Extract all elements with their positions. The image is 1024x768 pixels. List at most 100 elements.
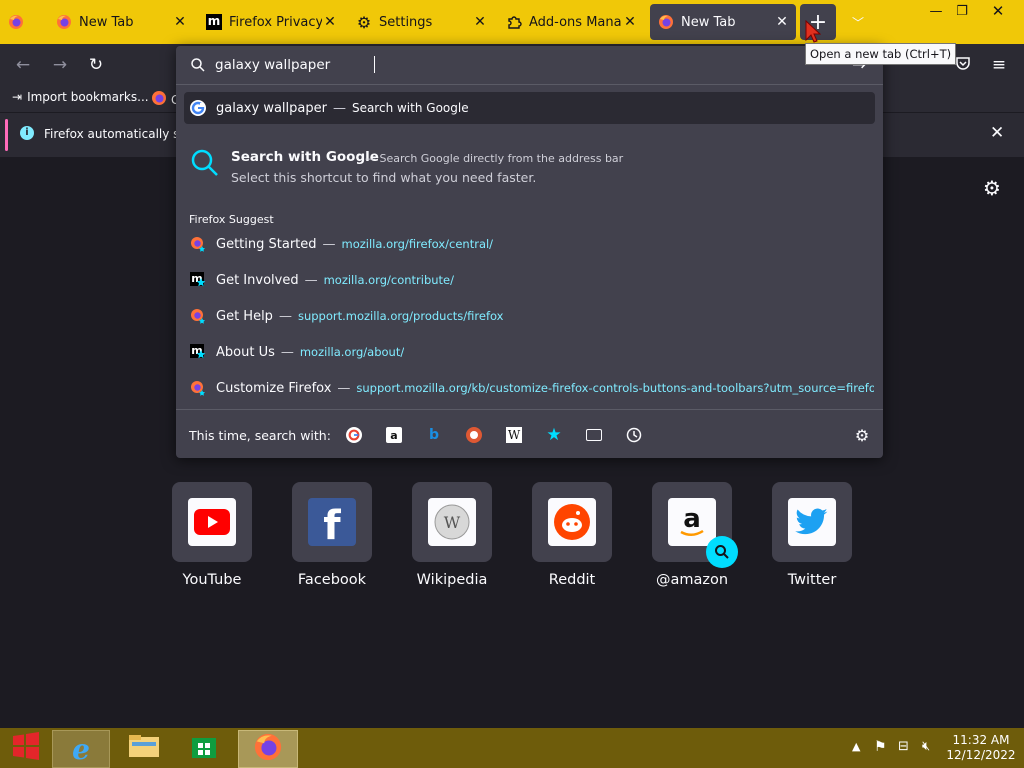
firefox-icon [658,14,674,30]
import-bookmarks-button[interactable]: ⇥ Import bookmarks... [12,90,149,104]
tip-title: Search with Google [231,149,379,165]
suggest-title: Get Involved [216,272,299,288]
separator: — [337,380,351,396]
taskbar-internet-explorer[interactable]: e [52,730,110,768]
text-caret [374,56,375,73]
info-icon: i [20,126,34,140]
firefox-suggest-header: Firefox Suggest [189,213,274,226]
show-hidden-icons-button[interactable]: ▲ [852,740,860,753]
close-tab-icon[interactable]: ✕ [322,14,338,30]
top-site-youtube[interactable]: YouTube [172,482,252,588]
tab-new-tab-active[interactable]: New Tab ✕ [650,4,796,40]
volume-muted-icon[interactable]: 🔇︎ [922,739,930,754]
clock-time: 11:32 AM [952,733,1010,747]
close-window-button[interactable]: ✕ [978,0,1018,22]
close-tab-icon[interactable]: ✕ [774,14,790,30]
separator: — [332,100,346,116]
internet-explorer-icon: e [72,732,90,766]
search-suggestion-row[interactable]: galaxy wallpaper — Search with Google [184,92,875,124]
bing-icon[interactable]: b [426,427,442,443]
hamburger-menu-icon: ≡ [991,55,1007,75]
import-bookmarks-label: Import bookmarks... [27,90,149,104]
mozilla-icon: m [206,14,222,30]
forward-button[interactable]: → [47,52,73,78]
suggest-url: mozilla.org/about/ [299,345,405,359]
top-site-facebook[interactable]: f Facebook [292,482,372,588]
back-button[interactable]: ← [10,52,36,78]
wikipedia-icon[interactable]: W [506,427,522,443]
customize-newtab-button[interactable]: ⚙ [983,176,1001,200]
tab-label: New Tab [681,14,736,30]
top-site-label: Facebook [297,572,367,588]
suggestion-term: galaxy wallpaper [216,100,327,116]
close-tab-icon[interactable]: ✕ [622,14,638,30]
minimize-icon: — [929,3,943,19]
urlbar-input[interactable]: galaxy wallpaper [215,57,330,73]
list-all-tabs-button[interactable]: ﹀ [848,12,868,32]
top-site-label: YouTube [182,572,242,588]
google-icon [190,100,206,116]
app-menu-button[interactable]: ≡ [986,52,1012,78]
network-icon[interactable]: ⊟ [898,739,909,754]
close-tab-icon[interactable]: ✕ [472,14,488,30]
top-site-label: Wikipedia [416,572,488,588]
google-icon[interactable] [346,427,362,443]
close-tab-icon[interactable]: ✕ [172,14,188,30]
action-center-flag-icon[interactable]: ⚑ [874,739,887,755]
start-button[interactable] [6,730,46,766]
top-site-reddit[interactable]: Reddit [532,482,612,588]
top-site-amazon[interactable]: a @amazon [652,482,738,588]
suggest-item[interactable]: m About Us — mozilla.org/about/ [184,336,875,368]
twitter-icon [788,498,836,546]
urlbar-input-area[interactable]: galaxy wallpaper → [176,46,883,85]
notification-text: Firefox automatically sen [44,127,195,141]
mozilla-icon: m [190,344,206,360]
suggest-item[interactable]: Get Help — support.mozilla.org/products/… [184,300,875,332]
separator: — [304,272,318,288]
firefox-icon [151,90,167,109]
reload-icon: ↻ [88,55,104,75]
svg-text:a: a [683,504,701,534]
restore-button[interactable]: ❐ [946,0,978,22]
firefox-icon [253,732,283,766]
suggest-item[interactable]: Getting Started — mozilla.org/firefox/ce… [184,228,875,260]
duckduckgo-icon[interactable] [466,427,482,443]
tabs-icon[interactable] [586,427,602,443]
tab-new-tab-1[interactable]: New Tab ✕ [48,4,194,40]
arrow-left-icon: ← [15,55,31,75]
firefox-icon [8,14,24,30]
suggest-title: Get Help [216,308,273,324]
suggest-title: Getting Started [216,236,317,252]
taskbar-file-explorer[interactable] [116,730,172,766]
puzzle-icon [506,14,522,30]
restore-icon: ❐ [956,3,968,19]
taskbar-firefox[interactable] [238,730,298,768]
top-site-twitter[interactable]: Twitter [772,482,852,588]
close-notification-button[interactable]: ✕ [990,123,1004,143]
tab-addons-manager[interactable]: Add-ons Manager ✕ [498,4,644,40]
tab-firefox-privacy[interactable]: m Firefox Privacy No ✕ [198,4,344,40]
firefox-icon [56,14,72,30]
tab-strip: New Tab ✕ m Firefox Privacy No ✕ ⚙ Setti… [0,0,1024,44]
top-site-label: Twitter [787,572,837,588]
suggest-url: mozilla.org/contribute/ [323,273,455,287]
tip-subtext: Select this shortcut to find what you ne… [231,170,537,185]
tab-settings[interactable]: ⚙ Settings ✕ [348,4,494,40]
youtube-icon [188,498,236,546]
tab-pinned-firefox[interactable] [0,4,40,40]
suggest-item[interactable]: m Get Involved — mozilla.org/contribute/ [184,264,875,296]
top-site-wikipedia[interactable]: W Wikipedia [412,482,492,588]
history-clock-icon[interactable] [626,427,642,443]
taskbar-store[interactable] [176,730,232,766]
suggest-title: Customize Firefox [216,380,332,396]
gear-icon: ⚙ [356,12,372,32]
search-settings-gear-icon[interactable]: ⚙ [854,426,870,445]
notification-accent [5,119,8,151]
reload-button[interactable]: ↻ [83,52,109,78]
gear-icon: ⚙ [983,176,1001,200]
suggest-url: mozilla.org/firefox/central/ [341,237,494,251]
bookmarks-star-icon[interactable]: ★ [546,425,562,445]
amazon-icon[interactable]: a [386,427,402,443]
taskbar-clock[interactable]: 11:32 AM 12/12/2022 [946,733,1016,763]
suggest-item[interactable]: Customize Firefox — support.mozilla.org/… [184,372,875,404]
